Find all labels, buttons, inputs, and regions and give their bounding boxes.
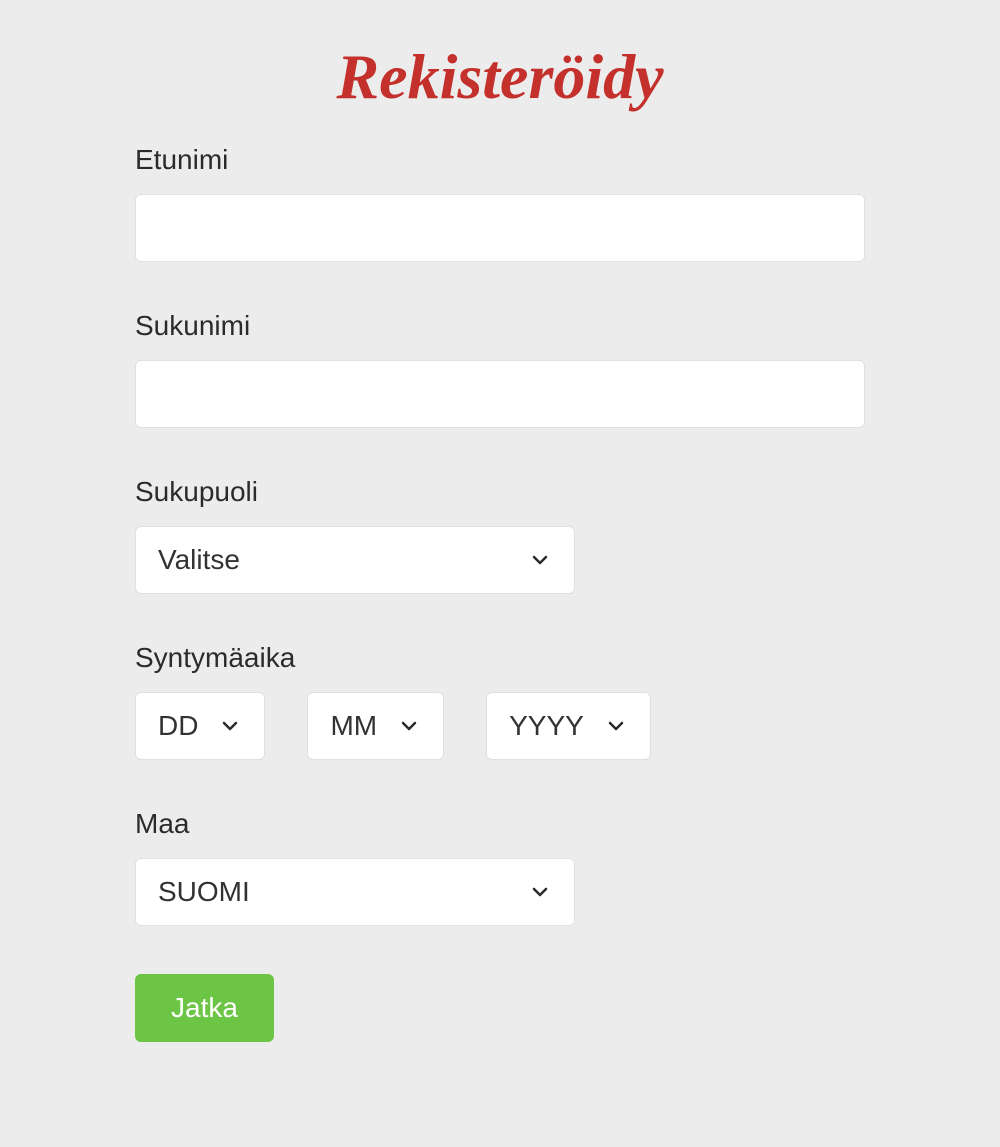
country-select[interactable]: SUOMI [135, 858, 575, 926]
birthdate-year-select[interactable]: YYYY [486, 692, 651, 760]
country-label: Maa [135, 808, 865, 840]
chevron-down-icon [397, 714, 421, 738]
birthdate-label: Syntymäaika [135, 642, 865, 674]
birthdate-year-value: YYYY [509, 710, 584, 742]
chevron-down-icon [528, 548, 552, 572]
gender-group: Sukupuoli Valitse [135, 476, 865, 594]
country-selected-value: SUOMI [158, 876, 250, 908]
country-group: Maa SUOMI [135, 808, 865, 926]
chevron-down-icon [528, 880, 552, 904]
birthdate-month-value: MM [330, 710, 377, 742]
lastname-group: Sukunimi [135, 310, 865, 428]
birthdate-group: Syntymäaika DD MM YYYY [135, 642, 865, 760]
gender-label: Sukupuoli [135, 476, 865, 508]
birthdate-row: DD MM YYYY [135, 692, 865, 760]
chevron-down-icon [218, 714, 242, 738]
gender-select[interactable]: Valitse [135, 526, 575, 594]
continue-button[interactable]: Jatka [135, 974, 274, 1042]
firstname-label: Etunimi [135, 144, 865, 176]
page-title: Rekisteröidy [135, 40, 865, 114]
firstname-group: Etunimi [135, 144, 865, 262]
lastname-label: Sukunimi [135, 310, 865, 342]
birthdate-day-select[interactable]: DD [135, 692, 265, 760]
gender-selected-value: Valitse [158, 544, 240, 576]
firstname-input[interactable] [135, 194, 865, 262]
chevron-down-icon [604, 714, 628, 738]
lastname-input[interactable] [135, 360, 865, 428]
birthdate-day-value: DD [158, 710, 198, 742]
birthdate-month-select[interactable]: MM [307, 692, 444, 760]
